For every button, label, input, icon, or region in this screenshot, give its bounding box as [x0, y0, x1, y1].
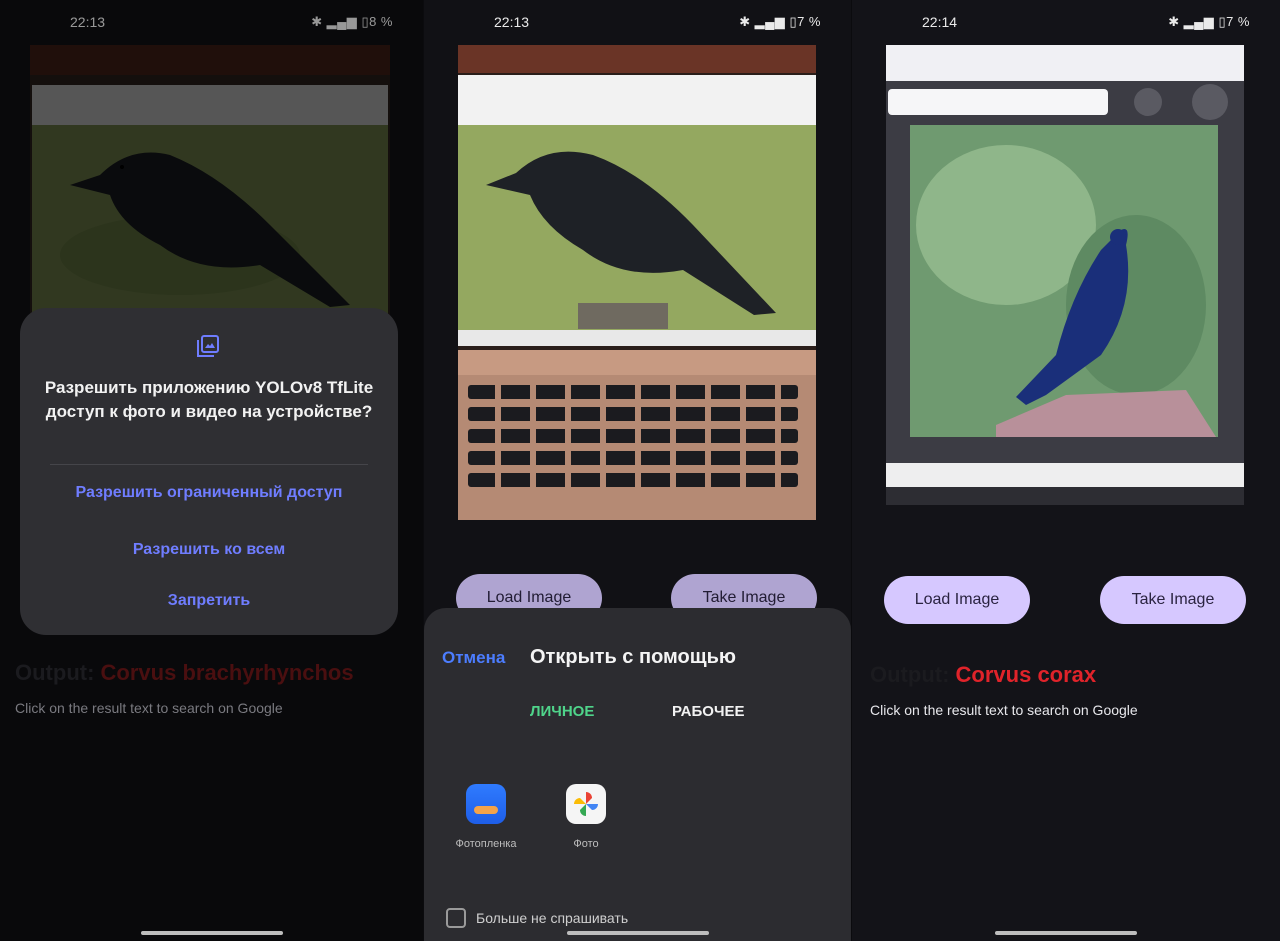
gallery-icon: [466, 784, 506, 824]
cancel-button[interactable]: Отмена: [442, 648, 505, 668]
battery-icon: ▯: [789, 14, 798, 29]
output-label: Output:: [15, 660, 95, 685]
open-with-sheet: Отмена Открыть с помощью ЛИЧНОЕ РАБОЧЕЕ …: [424, 608, 851, 941]
output-value[interactable]: Corvus brachyrhynchos: [101, 660, 354, 685]
app-label: Фото: [573, 838, 599, 850]
divider: [50, 464, 368, 465]
bluetooth-icon: ✱: [739, 14, 751, 29]
battery-icon: ▯: [1218, 14, 1227, 29]
dont-ask-checkbox[interactable]: [446, 908, 466, 928]
hint-text: Click on the result text to search on Go…: [870, 702, 1138, 718]
tab-work[interactable]: РАБОЧЕЕ: [672, 703, 745, 720]
app-label: Фотопленка: [455, 838, 517, 850]
battery-level: 7 %: [1226, 14, 1250, 29]
allow-limited-button[interactable]: Разрешить ограниченный доступ: [20, 484, 398, 502]
sheet-title: Открыть с помощью: [530, 646, 737, 668]
status-icons: ✱ ▂▄▆ ▯7 %: [1168, 14, 1250, 30]
output-label: Output:: [870, 662, 950, 687]
hint-text: Click on the result text to search on Go…: [15, 700, 283, 716]
home-indicator[interactable]: [140, 931, 283, 935]
status-icons: ✱ ▂▄▆ ▯7 %: [739, 14, 821, 30]
screen-result: 22:14 ✱ ▂▄▆ ▯7 % Load Image Take Image Ou…: [852, 0, 1280, 941]
screen-permission: 22:13 ✱ ▂▄▆ ▯8 % Output: Corvus brachyrhy…: [0, 0, 423, 941]
dont-ask-label: Больше не спрашивать: [476, 910, 629, 926]
status-time: 22:13: [494, 14, 530, 30]
output-text[interactable]: Output: Corvus corax: [870, 662, 1096, 688]
output-text[interactable]: Output: Corvus brachyrhynchos: [15, 660, 354, 686]
dialog-title: Разрешить приложению YOLOv8 TfLite досту…: [44, 378, 374, 421]
take-image-button[interactable]: Take Image: [1100, 576, 1246, 624]
status-bar: 22:14 ✱ ▂▄▆ ▯7 %: [852, 14, 1280, 34]
google-photos-icon: [566, 784, 606, 824]
result-image: [886, 45, 1244, 505]
output-value[interactable]: Corvus corax: [956, 662, 1097, 687]
bluetooth-icon: ✱: [1168, 14, 1180, 29]
signal-icon: ▂▄▆: [754, 14, 786, 29]
battery-level: 7 %: [797, 14, 821, 29]
preview-image: [458, 45, 816, 520]
screen-open-with: 22:13 ✱ ▂▄▆ ▯7 % Load Image Take Image О…: [424, 0, 851, 941]
status-time: 22:14: [922, 14, 958, 30]
tab-personal[interactable]: ЛИЧНОЕ: [530, 703, 594, 720]
load-image-button[interactable]: Load Image: [884, 576, 1030, 624]
home-indicator[interactable]: [995, 931, 1137, 935]
photo-library-icon: [197, 335, 219, 357]
app-gallery[interactable]: Фотопленка: [446, 784, 526, 850]
status-bar: 22:13 ✱ ▂▄▆ ▯7 %: [424, 14, 851, 34]
signal-icon: ▂▄▆: [1183, 14, 1215, 29]
allow-all-button[interactable]: Разрешить ко всем: [20, 541, 398, 559]
app-photos[interactable]: Фото: [546, 784, 626, 850]
home-indicator[interactable]: [566, 931, 709, 935]
deny-button[interactable]: Запретить: [20, 592, 398, 610]
permission-dialog: Разрешить приложению YOLOv8 TfLite досту…: [20, 308, 398, 635]
